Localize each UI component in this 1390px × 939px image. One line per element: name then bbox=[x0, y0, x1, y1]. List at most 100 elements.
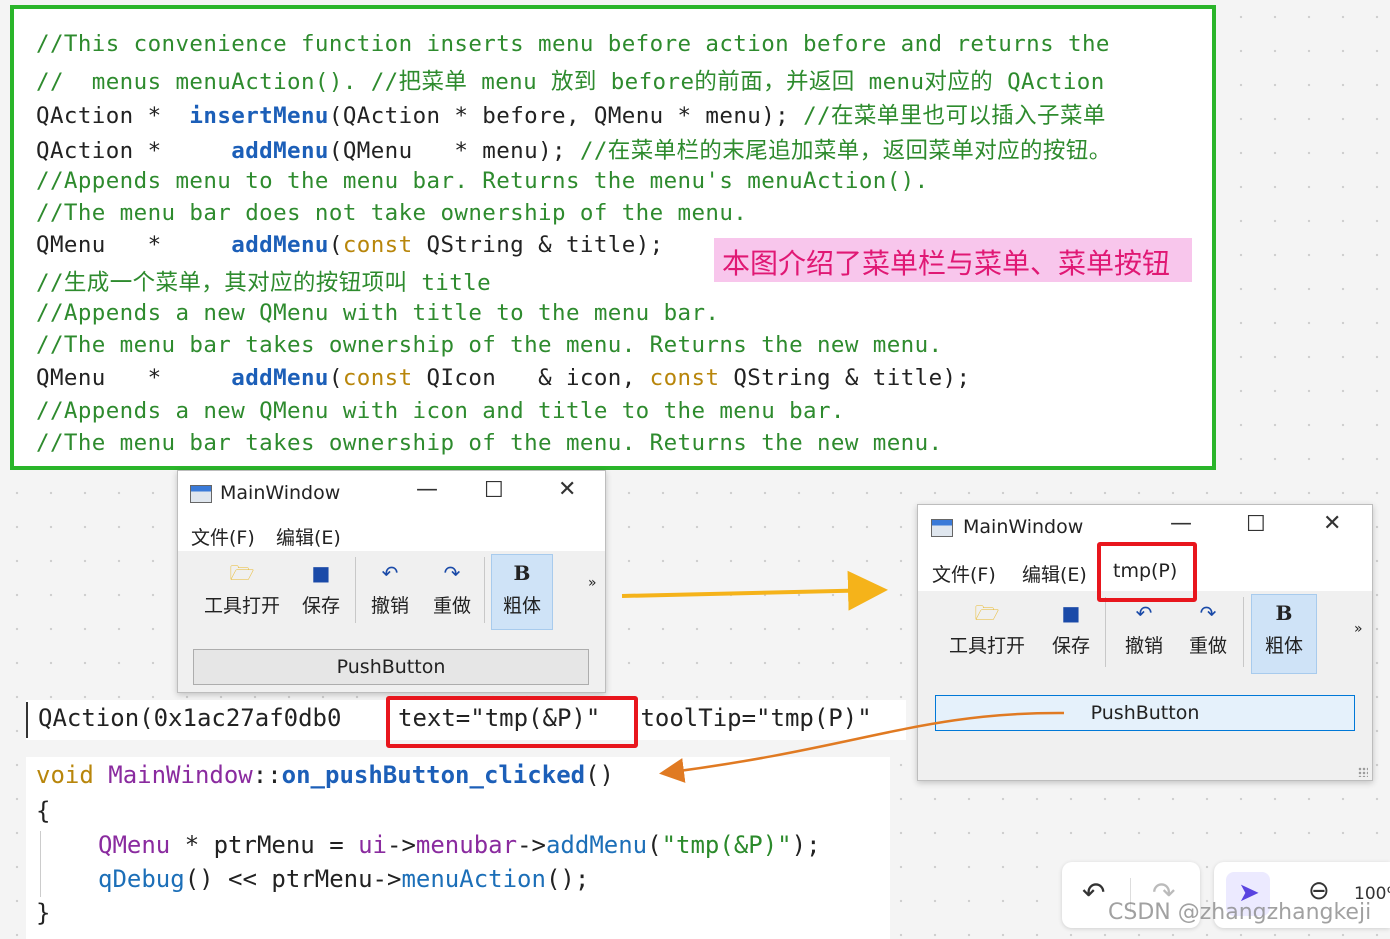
code-token: //在菜单栏的末尾追加菜单，返回菜单对应的按钮。 bbox=[579, 138, 1112, 164]
toolbar-save-button[interactable]: ■ 保存 bbox=[296, 561, 346, 618]
menu-edit[interactable]: 编辑(E) bbox=[276, 523, 341, 550]
toolbar-bold-label: 粗体 bbox=[1264, 635, 1303, 657]
tool-bar: 🗁 工具打开 ■ 保存 ↶ 撤销 ↷ 重做 B 粗体 » bbox=[178, 551, 605, 631]
code-text: () << ptrMenu-> bbox=[184, 865, 402, 893]
bold-icon: B bbox=[1275, 601, 1293, 625]
push-button[interactable]: PushButton bbox=[935, 695, 1355, 731]
code-line-close-brace: } bbox=[36, 899, 51, 927]
toolbar-redo-label: 重做 bbox=[432, 595, 471, 617]
window-app-icon bbox=[190, 485, 212, 503]
toolbar-separator bbox=[1243, 597, 1244, 667]
highlight-text-attr bbox=[386, 696, 638, 748]
toolbar-bold-button[interactable]: B 粗体 bbox=[491, 554, 553, 630]
code-line: //Appends a new QMenu with title to the … bbox=[36, 300, 719, 326]
toolbar-save-label: 保存 bbox=[301, 595, 340, 617]
function-name: on_pushButton_clicked bbox=[281, 761, 586, 789]
code-line: //This convenience function inserts menu… bbox=[36, 31, 1110, 57]
code-text: ); bbox=[791, 831, 821, 859]
code-line-open-brace: { bbox=[36, 797, 51, 825]
menu-file[interactable]: 文件(F) bbox=[191, 523, 255, 550]
code-token: QMenu * bbox=[36, 365, 232, 391]
code-token: QIcon & icon, bbox=[412, 365, 650, 391]
toolbar-open-button[interactable]: 🗁 工具打开 bbox=[204, 561, 280, 618]
toolbar-save-button[interactable]: ■ 保存 bbox=[1046, 601, 1096, 658]
toolbar-open-label: 工具打开 bbox=[204, 595, 281, 617]
code-token: QAction * bbox=[36, 138, 232, 164]
push-button[interactable]: PushButton bbox=[193, 649, 589, 685]
window-title: MainWindow bbox=[220, 482, 341, 504]
close-icon[interactable]: ✕ bbox=[1323, 511, 1341, 536]
text-cursor bbox=[26, 702, 28, 738]
code-line: // menus menuAction(). //把菜单 menu 放到 bef… bbox=[36, 64, 1105, 96]
toolbar-separator bbox=[1105, 597, 1106, 667]
toolbar-overflow-icon[interactable]: » bbox=[1354, 621, 1363, 637]
debug-prefix: QAction(0x1ac27af0db0 bbox=[38, 704, 356, 732]
close-icon[interactable]: ✕ bbox=[558, 477, 576, 502]
menu-file[interactable]: 文件(F) bbox=[932, 560, 996, 587]
code-token: QString & title); bbox=[412, 232, 664, 258]
toolbar-open-button[interactable]: 🗁 工具打开 bbox=[946, 601, 1028, 658]
code-token: QString & title); bbox=[719, 365, 971, 391]
code-line: //The menu bar takes ownership of the me… bbox=[36, 430, 943, 456]
main-window-left: MainWindow — ☐ ✕ 文件(F) 编辑(E) 🗁 工具打开 ■ 保存 ↶… bbox=[177, 470, 606, 693]
code-token: ( bbox=[328, 365, 343, 391]
undo-icon: ↶ bbox=[1135, 601, 1153, 625]
maximize-icon[interactable]: ☐ bbox=[1246, 512, 1266, 537]
code-token: //Appends a new QMenu with title to the … bbox=[36, 300, 720, 326]
code-token: (QMenu * menu); bbox=[328, 138, 580, 164]
maximize-icon[interactable]: ☐ bbox=[484, 478, 504, 503]
keyword-void: void bbox=[36, 761, 109, 789]
var-ui: ui bbox=[358, 831, 387, 859]
toolbar-undo-label: 撤销 bbox=[370, 595, 409, 617]
type-qmenu: QMenu bbox=[98, 831, 171, 859]
code-token: //Appends a new QMenu with icon and titl… bbox=[36, 398, 845, 424]
code-token: //在菜单里也可以插入子菜单 bbox=[803, 103, 1106, 129]
code-line: QAction * addMenu(QMenu * menu); //在菜单栏的… bbox=[36, 133, 1112, 165]
redo-icon: ↷ bbox=[1199, 601, 1217, 625]
annotation-text: 本图介绍了菜单栏与菜单、菜单按钮 bbox=[722, 247, 1171, 280]
function-qdebug: qDebug bbox=[98, 865, 185, 893]
indent-guide bbox=[40, 831, 41, 897]
window-app-icon bbox=[931, 519, 953, 537]
resize-grip-icon[interactable] bbox=[1358, 767, 1368, 777]
code-line-addmenu: QMenu * ptrMenu = ui->menubar->addMenu("… bbox=[98, 831, 821, 859]
var-menubar: menubar bbox=[415, 831, 518, 859]
toolbar-save-label: 保存 bbox=[1051, 635, 1090, 657]
toolbar-open-label: 工具打开 bbox=[948, 635, 1025, 657]
code-line: //Appends a new QMenu with icon and titl… bbox=[36, 398, 845, 424]
code-token: const bbox=[342, 232, 413, 258]
title-bar: MainWindow — ☐ ✕ bbox=[178, 471, 605, 517]
menu-edit[interactable]: 编辑(E) bbox=[1022, 560, 1087, 587]
parens: () bbox=[585, 761, 614, 789]
undo-icon: ↶ bbox=[381, 561, 399, 585]
toolbar-overflow-icon[interactable]: » bbox=[588, 575, 597, 591]
folder-open-icon: 🗁 bbox=[974, 601, 1000, 625]
code-text: -> bbox=[517, 831, 546, 859]
toolbar-bold-button[interactable]: B 粗体 bbox=[1251, 594, 1317, 674]
code-snippet-slot: void MainWindow::on_pushButton_clicked()… bbox=[26, 757, 890, 939]
undo-icon[interactable]: ↶ bbox=[1082, 876, 1105, 909]
toolbar-undo-button[interactable]: ↶ 撤销 bbox=[1118, 601, 1170, 658]
code-token: (QAction * before, QMenu * menu); bbox=[328, 103, 804, 129]
toolbar-separator bbox=[355, 557, 356, 623]
code-token: addMenu bbox=[231, 138, 329, 164]
redo-icon: ↷ bbox=[443, 561, 461, 585]
minimize-icon[interactable]: — bbox=[1170, 511, 1192, 536]
code-token: ( bbox=[328, 232, 343, 258]
code-token: QMenu * bbox=[36, 232, 232, 258]
toolbar-bold-label: 粗体 bbox=[502, 595, 541, 617]
code-line: QMenu * addMenu(const QString & title); bbox=[36, 232, 664, 258]
save-icon: ■ bbox=[311, 561, 331, 585]
scope-operator: :: bbox=[252, 761, 282, 789]
code-line: QMenu * addMenu(const QIcon & icon, cons… bbox=[36, 365, 970, 391]
toolbar-undo-button[interactable]: ↶ 撤销 bbox=[366, 561, 414, 618]
code-token: //The menu bar takes ownership of the me… bbox=[36, 430, 943, 456]
code-token: //This convenience function inserts menu… bbox=[36, 31, 1110, 57]
watermark: CSDN @zhangzhangkeji bbox=[1108, 900, 1372, 925]
code-token: //生成一个菜单，其对应的按钮项叫 title bbox=[36, 270, 492, 296]
method-addmenu: addMenu bbox=[545, 831, 648, 859]
toolbar-redo-button[interactable]: ↷ 重做 bbox=[428, 561, 476, 618]
tool-bar: 🗁 工具打开 ■ 保存 ↶ 撤销 ↷ 重做 B 粗体 » bbox=[918, 591, 1372, 675]
minimize-icon[interactable]: — bbox=[416, 477, 438, 502]
toolbar-redo-button[interactable]: ↷ 重做 bbox=[1182, 601, 1234, 658]
